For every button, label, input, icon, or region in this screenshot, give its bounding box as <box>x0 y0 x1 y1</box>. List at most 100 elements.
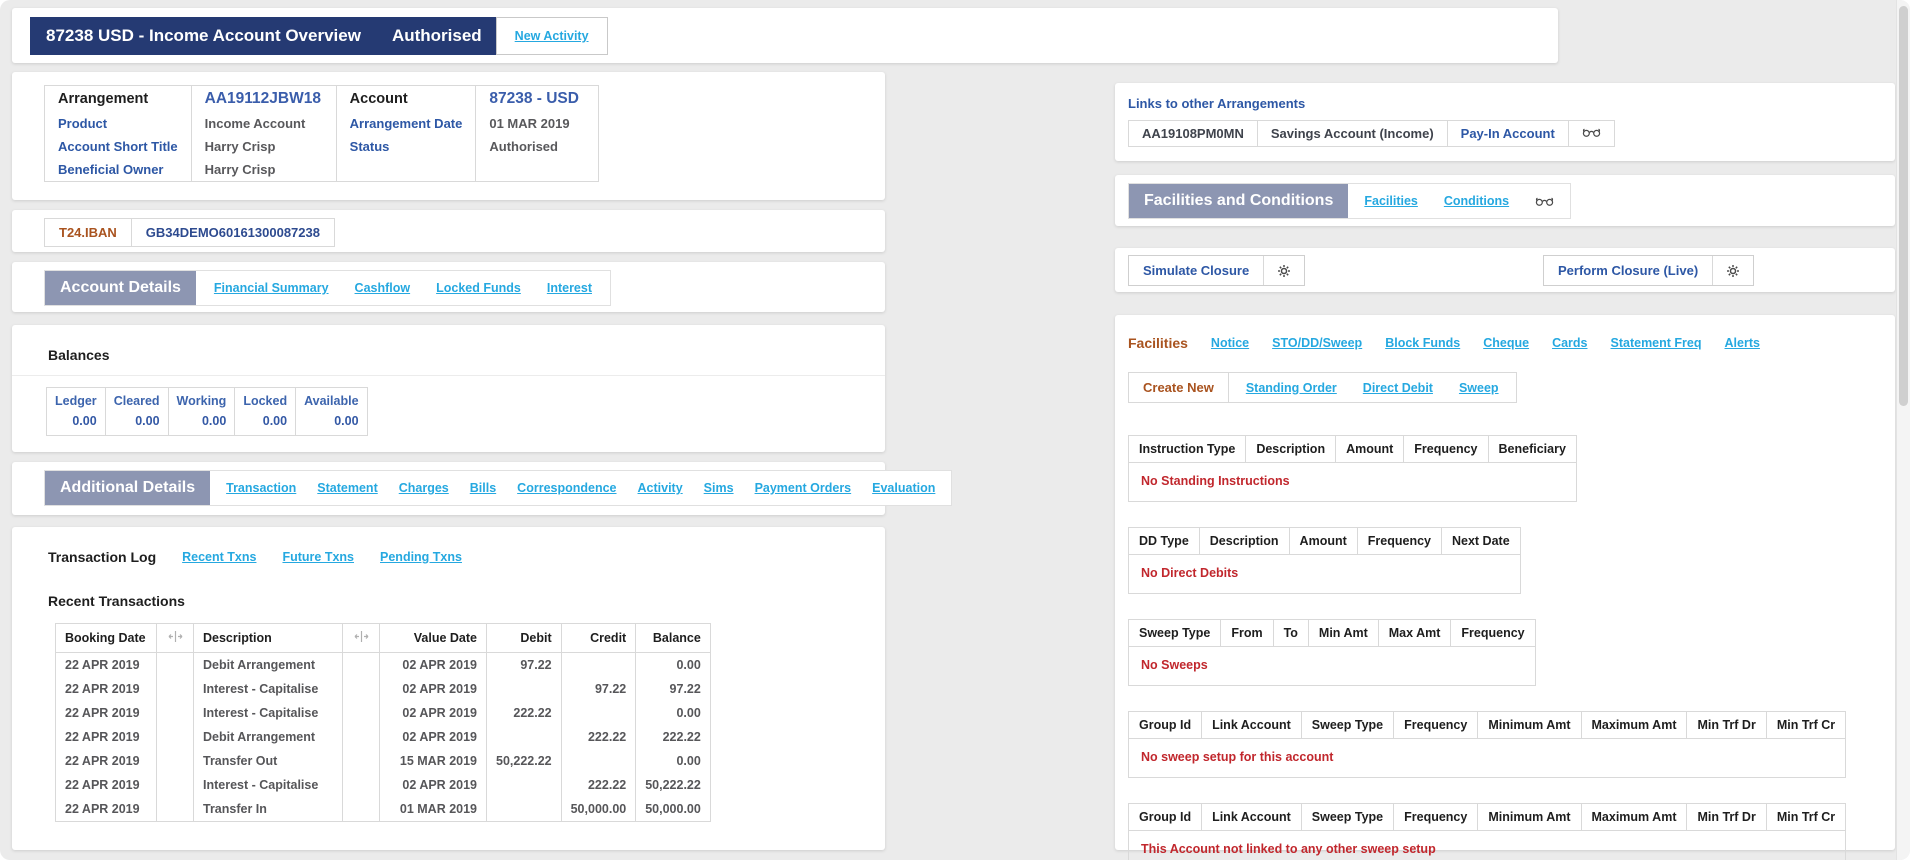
standing-order-link[interactable]: Standing Order <box>1246 381 1337 395</box>
payment-orders-link[interactable]: Payment Orders <box>755 481 852 495</box>
pending-txns-link[interactable]: Pending Txns <box>380 550 462 564</box>
table-row: No Sweeps <box>1129 647 1536 686</box>
column-resize-icon[interactable] <box>157 624 194 653</box>
block-funds-link[interactable]: Block Funds <box>1385 336 1460 350</box>
txn-description: Transfer Out <box>194 749 343 773</box>
status-badge: Authorised <box>378 26 496 46</box>
sto-dd-sweep-link[interactable]: STO/DD/Sweep <box>1272 336 1362 350</box>
recent-txns-link[interactable]: Recent Txns <box>182 550 256 564</box>
cards-link[interactable]: Cards <box>1552 336 1587 350</box>
bills-link[interactable]: Bills <box>470 481 496 495</box>
cleared-value: 0.00 <box>105 410 168 436</box>
transaction-link[interactable]: Transaction <box>226 481 296 495</box>
min-trf-dr-header: Min Trf Dr <box>1687 804 1766 831</box>
linked-arrangement-table: AA19108PM0MN Savings Account (Income) Pa… <box>1128 120 1615 147</box>
balances-title: Balances <box>48 347 885 363</box>
standing-instructions-table: Instruction Type Description Amount Freq… <box>1128 435 1577 502</box>
interest-link[interactable]: Interest <box>547 281 592 295</box>
perform-closure-button[interactable]: Perform Closure (Live) <box>1543 255 1754 286</box>
simulate-closure-button[interactable]: Simulate Closure <box>1128 255 1305 286</box>
alerts-link[interactable]: Alerts <box>1725 336 1760 350</box>
credit-amount: 222.22 <box>561 725 636 749</box>
arrangement-date-value: 01 MAR 2019 <box>476 112 599 135</box>
value-date-header: Value Date <box>380 624 487 653</box>
cleared-header: Cleared <box>105 388 168 411</box>
statement-link[interactable]: Statement <box>317 481 377 495</box>
page-title: 87238 USD - Income Account Overview <box>30 26 377 46</box>
evaluation-link[interactable]: Evaluation <box>872 481 935 495</box>
notice-link[interactable]: Notice <box>1211 336 1249 350</box>
correspondence-link[interactable]: Correspondence <box>517 481 616 495</box>
financial-summary-link[interactable]: Financial Summary <box>214 281 329 295</box>
transaction-log-panel: Transaction Log Recent Txns Future Txns … <box>12 527 885 850</box>
txn-description: Interest - Capitalise <box>194 677 343 701</box>
linked-arrangement-id: AA19108PM0MN <box>1129 121 1258 147</box>
create-new-label: Create New <box>1129 373 1229 402</box>
min-trf-dr-header: Min Trf Dr <box>1687 712 1766 739</box>
min-trf-cr-header: Min Trf Cr <box>1766 804 1845 831</box>
sweep-type-header: Sweep Type <box>1129 620 1221 647</box>
credit-amount: 50,000.00 <box>561 797 636 822</box>
account-details-band: Account Details <box>45 271 196 305</box>
booking-date: 22 APR 2019 <box>56 725 157 749</box>
transaction-log-title: Transaction Log <box>48 549 156 565</box>
table-header-row: Group Id Link Account Sweep Type Frequen… <box>1129 804 1846 831</box>
gear-icon[interactable] <box>1263 256 1304 285</box>
beneficial-owner-value: Harry Crisp <box>191 158 336 182</box>
cheque-link[interactable]: Cheque <box>1483 336 1529 350</box>
future-txns-link[interactable]: Future Txns <box>282 550 354 564</box>
empty-message: No Sweeps <box>1129 647 1536 686</box>
booking-date: 22 APR 2019 <box>56 701 157 725</box>
balances-table: Ledger Cleared Working Locked Available … <box>46 387 368 436</box>
txn-description: Debit Arrangement <box>194 725 343 749</box>
pay-in-account-link[interactable]: Pay-In Account <box>1447 121 1568 147</box>
page-title-bar: 87238 USD - Income Account Overview Auth… <box>30 17 496 55</box>
gear-icon[interactable] <box>1712 256 1753 285</box>
new-activity-button[interactable]: New Activity <box>496 17 608 55</box>
debit-amount <box>487 677 562 701</box>
locked-funds-link[interactable]: Locked Funds <box>436 281 521 295</box>
view-details-icon[interactable] <box>1535 196 1554 207</box>
conditions-link[interactable]: Conditions <box>1444 194 1509 208</box>
cashflow-link[interactable]: Cashflow <box>355 281 411 295</box>
scrollbar-thumb[interactable] <box>1899 6 1908 406</box>
facilities-link[interactable]: Facilities <box>1364 194 1418 208</box>
table-header-row: Booking Date Description Value Date Debi… <box>56 624 711 653</box>
frequency-header: Frequency <box>1394 804 1478 831</box>
status-value: Authorised <box>476 135 599 158</box>
sweep-link[interactable]: Sweep <box>1459 381 1499 395</box>
divider-rule <box>12 375 885 376</box>
frequency-header: Frequency <box>1451 620 1535 647</box>
activity-link[interactable]: Activity <box>638 481 683 495</box>
view-arrangement-icon[interactable] <box>1568 121 1614 147</box>
statement-freq-link[interactable]: Statement Freq <box>1611 336 1702 350</box>
debit-amount: 222.22 <box>487 701 562 725</box>
txn-description: Interest - Capitalise <box>194 773 343 797</box>
table-row: 0.00 0.00 0.00 0.00 0.00 <box>47 410 368 436</box>
column-resize-icon[interactable] <box>343 624 380 653</box>
charges-link[interactable]: Charges <box>399 481 449 495</box>
locked-header: Locked <box>235 388 296 411</box>
balance-header: Balance <box>636 624 711 653</box>
direct-debits-table: DD Type Description Amount Frequency Nex… <box>1128 527 1521 594</box>
links-arrangements-panel: Links to other Arrangements AA19108PM0MN… <box>1115 83 1895 161</box>
new-activity-link[interactable]: New Activity <box>515 29 589 43</box>
facilities-title: Facilities <box>1128 335 1188 351</box>
to-header: To <box>1273 620 1308 647</box>
table-row: No Standing Instructions <box>1129 463 1577 502</box>
direct-debit-link[interactable]: Direct Debit <box>1363 381 1433 395</box>
table-row: 22 APR 2019 Interest - Capitalise 02 APR… <box>56 677 711 701</box>
debit-amount: 97.22 <box>487 653 562 678</box>
closure-actions-panel: Simulate Closure Perform Closure (Live) <box>1115 248 1895 292</box>
min-amt-header: Min Amt <box>1308 620 1378 647</box>
sims-link[interactable]: Sims <box>704 481 734 495</box>
working-header: Working <box>168 388 235 411</box>
arrangement-id[interactable]: AA19112JBW18 <box>191 86 336 113</box>
table-row: 22 APR 2019 Interest - Capitalise 02 APR… <box>56 701 711 725</box>
vertical-scrollbar[interactable] <box>1896 0 1910 860</box>
account-id[interactable]: 87238 - USD <box>476 86 599 113</box>
linked-sweeps-table: Group Id Link Account Sweep Type Frequen… <box>1128 803 1846 860</box>
credit-amount <box>561 749 636 773</box>
facilities-conditions-panel: Facilities and Conditions Facilities Con… <box>1115 175 1895 226</box>
empty-message: No Standing Instructions <box>1129 463 1577 502</box>
